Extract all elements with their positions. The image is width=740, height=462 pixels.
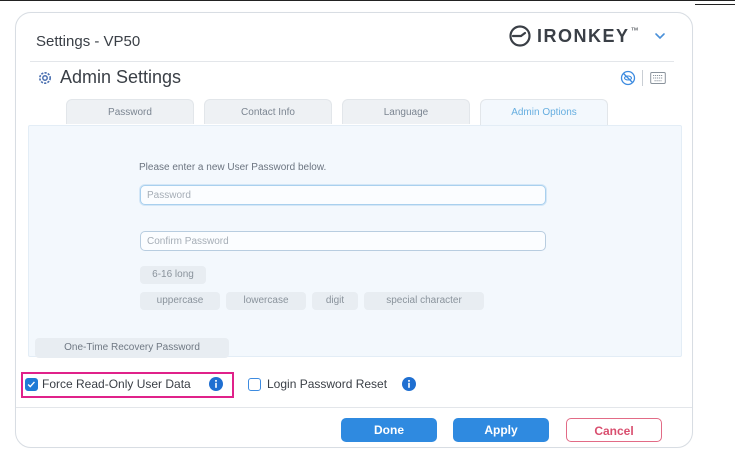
footer-divider bbox=[16, 407, 692, 408]
brand-trademark: ™ bbox=[630, 25, 639, 35]
admin-options-panel: Please enter a new User Password below. … bbox=[28, 125, 682, 358]
login-password-reset-label: Login Password Reset bbox=[267, 377, 388, 391]
info-icon[interactable] bbox=[209, 377, 223, 391]
window-title: Settings - VP50 bbox=[36, 33, 141, 50]
tab-password[interactable]: Password bbox=[66, 99, 194, 124]
tab-contact-info[interactable]: Contact Info bbox=[204, 99, 332, 124]
one-time-recovery-password-button[interactable]: One-Time Recovery Password bbox=[35, 338, 229, 358]
tab-language[interactable]: Language bbox=[342, 99, 470, 124]
login-password-reset-checkbox[interactable] bbox=[248, 378, 261, 391]
rule-lowercase: lowercase bbox=[226, 292, 306, 310]
tab-admin-options[interactable]: Admin Options bbox=[480, 99, 608, 126]
icon-divider bbox=[642, 70, 643, 86]
brand-name: IRONKEY bbox=[537, 25, 630, 46]
apply-button[interactable]: Apply bbox=[453, 418, 549, 442]
eye-slash-icon[interactable] bbox=[620, 70, 636, 86]
password-input[interactable]: Password bbox=[140, 185, 546, 205]
settings-window: Settings - VP50 IRONKEY ™ Admin Settings… bbox=[15, 12, 693, 448]
password-prompt: Please enter a new User Password below. bbox=[139, 162, 327, 173]
title-divider bbox=[30, 61, 674, 62]
brand-menu[interactable]: IRONKEY ™ bbox=[508, 23, 667, 49]
confirm-password-input[interactable]: Confirm Password bbox=[140, 231, 546, 251]
force-read-only-label: Force Read-Only User Data bbox=[42, 377, 191, 391]
gear-icon bbox=[39, 72, 51, 84]
rule-digit: digit bbox=[312, 292, 358, 310]
checkmark-icon bbox=[27, 381, 35, 388]
done-button[interactable]: Done bbox=[341, 418, 437, 442]
chevron-down-icon[interactable] bbox=[653, 29, 667, 43]
rule-uppercase: uppercase bbox=[140, 292, 220, 310]
ironkey-logo-icon bbox=[509, 25, 531, 47]
info-icon[interactable] bbox=[402, 377, 416, 391]
rule-length: 6-16 long bbox=[140, 266, 206, 284]
page-title: Admin Settings bbox=[60, 67, 182, 87]
cancel-button[interactable]: Cancel bbox=[566, 418, 662, 442]
rule-special-character: special character bbox=[364, 292, 484, 310]
top-border-line-right bbox=[695, 4, 735, 5]
keyboard-icon[interactable] bbox=[650, 71, 666, 85]
top-border-line bbox=[0, 0, 735, 1]
force-read-only-checkbox[interactable] bbox=[25, 378, 38, 391]
